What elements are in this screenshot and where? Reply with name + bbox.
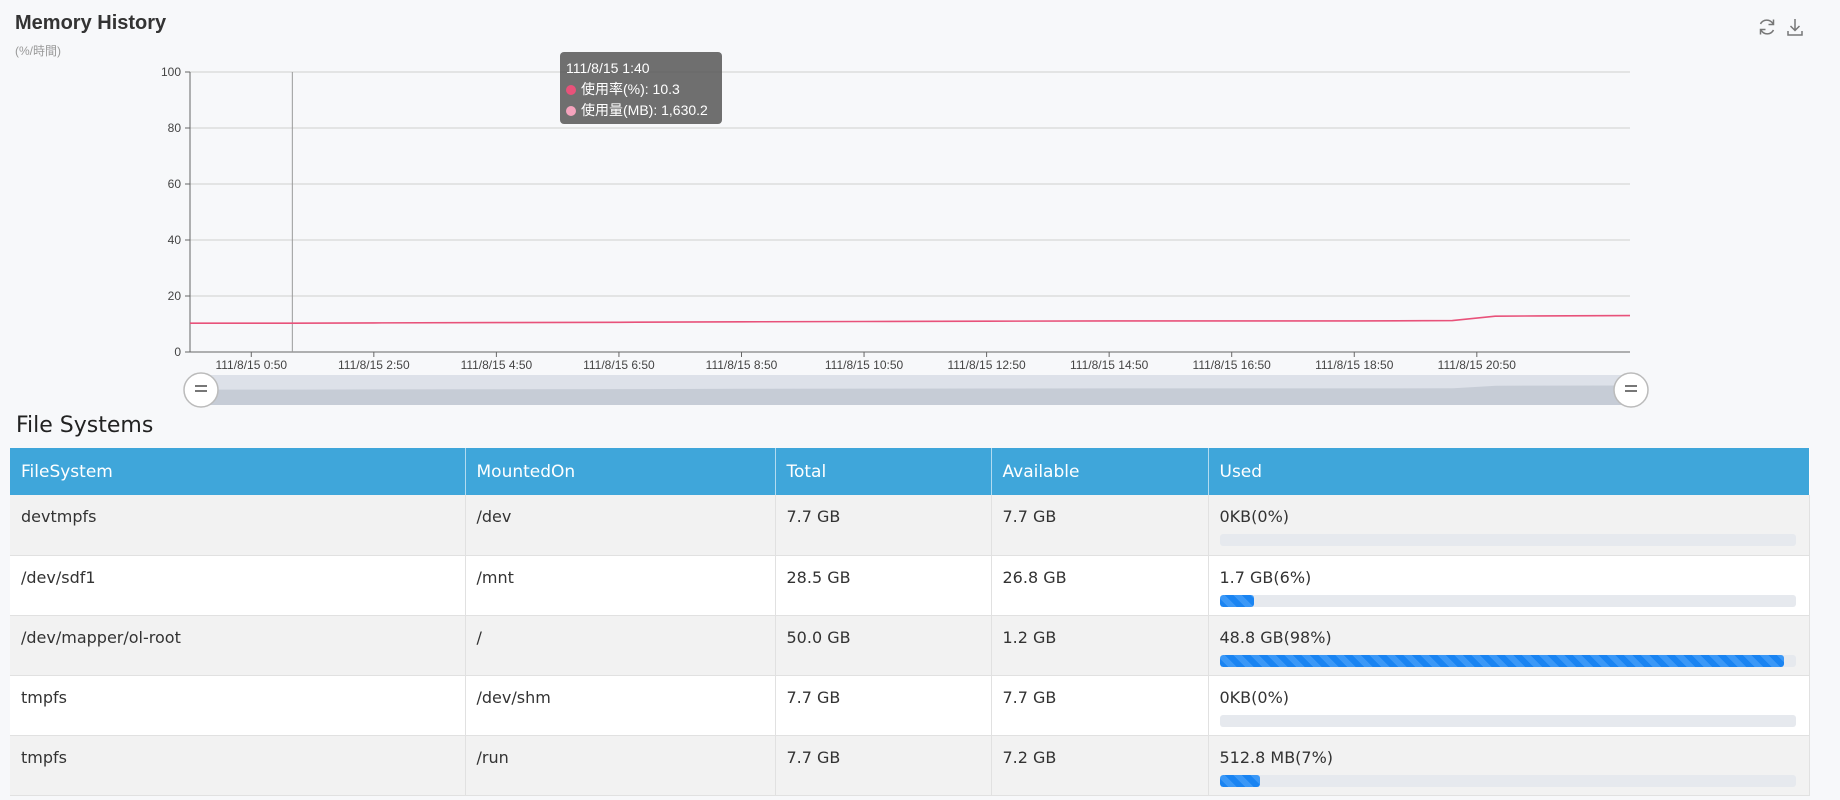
- column-header-total[interactable]: Total: [775, 448, 992, 495]
- file-systems-title: File Systems: [16, 413, 154, 438]
- usage-progress-bar: [1219, 774, 1796, 787]
- x-tick-label: 111/8/15 4:50: [461, 358, 533, 372]
- cell-available: 7.2 GB: [991, 735, 1209, 796]
- y-tick-label: 20: [168, 289, 182, 303]
- cell-used: 0KB(0%): [1208, 495, 1810, 556]
- used-label: 1.7 GB(6%): [1219, 567, 1312, 587]
- used-label: 0KB(0%): [1219, 687, 1290, 707]
- used-label: 0KB(0%): [1219, 507, 1290, 526]
- series-line: [190, 314, 1631, 324]
- cell-used: 512.8 MB(7%): [1208, 735, 1810, 796]
- datazoom-left-handle[interactable]: [183, 372, 219, 408]
- cell-mounted-on: /dev: [465, 495, 776, 556]
- x-tick-label: 111/8/15 6:50: [583, 358, 655, 372]
- usage-progress-bar: [1219, 714, 1796, 727]
- cell-total: 50.0 GB: [775, 615, 992, 676]
- cell-filesystem: devtmpfs: [10, 495, 466, 556]
- cell-total: 28.5 GB: [775, 555, 992, 616]
- used-label: 512.8 MB(7%): [1219, 747, 1334, 767]
- used-label: 48.8 GB(98%): [1219, 627, 1332, 647]
- cell-filesystem: tmpfs: [10, 675, 466, 736]
- tooltip-row-usage-percent: 使用率(%): 10.3: [566, 79, 716, 100]
- tooltip-time: 111/8/15 1:40: [566, 60, 650, 76]
- table-row: tmpfs /run 7.7 GB 7.2 GB 512.8 MB(7%): [10, 735, 1810, 796]
- x-axis-ticks: 111/8/15 0:50 111/8/15 2:50 111/8/15 4:50 1…: [215, 352, 1516, 372]
- usage-progress-bar: [1219, 654, 1796, 667]
- x-tick-label: 111/8/15 2:50: [338, 358, 410, 372]
- x-tick-label: 111/8/15 16:50: [1193, 358, 1272, 372]
- x-tick-label: 111/8/15 18:50: [1315, 358, 1394, 372]
- y-tick-label: 40: [168, 233, 182, 247]
- usage-progress-fill: [1219, 654, 1784, 667]
- cell-used: 1.7 GB(6%): [1208, 555, 1810, 616]
- series-dot-icon: [566, 106, 576, 116]
- chart-gridlines: [190, 71, 1630, 297]
- x-tick-label: 111/8/15 20:50: [1438, 358, 1517, 372]
- x-tick-label: 111/8/15 12:50: [947, 358, 1026, 372]
- cell-mounted-on: /run: [465, 735, 776, 796]
- usage-progress-bar: [1219, 594, 1796, 607]
- y-tick-label: 100: [161, 65, 181, 79]
- y-tick-label: 60: [168, 177, 182, 191]
- cell-mounted-on: /: [465, 615, 776, 676]
- usage-progress-fill: [1219, 594, 1255, 607]
- cell-total: 7.7 GB: [775, 495, 992, 556]
- tooltip-row-usage-mb: 使用量(MB): 1,630.2: [566, 100, 716, 121]
- series-layer: [190, 314, 1631, 324]
- cell-mounted-on: /mnt: [465, 555, 776, 616]
- cell-mounted-on: /dev/shm: [465, 675, 776, 736]
- column-header-filesystem[interactable]: FileSystem: [10, 448, 466, 495]
- cell-filesystem: /dev/mapper/ol-root: [10, 615, 466, 676]
- chart-tooltip: 111/8/15 1:40 使用率(%): 10.3 使用量(MB): 1,63…: [560, 52, 722, 124]
- y-tick-label: 0: [174, 345, 181, 359]
- column-header-used[interactable]: Used: [1208, 448, 1810, 495]
- cell-filesystem: tmpfs: [10, 735, 466, 796]
- cell-total: 7.7 GB: [775, 675, 992, 736]
- table-row: /dev/sdf1 /mnt 28.5 GB 26.8 GB 1.7 GB(6%…: [10, 555, 1810, 616]
- x-tick-label: 111/8/15 8:50: [706, 358, 778, 372]
- x-tick-label: 111/8/15 0:50: [215, 358, 287, 372]
- table-row: devtmpfs /dev 7.7 GB 7.7 GB 0KB(0%): [10, 495, 1810, 556]
- series-dot-icon: [566, 85, 576, 95]
- memory-history-panel: Memory History (%/時間) 0 20 40 60 80 100 111/8…: [0, 0, 1840, 415]
- column-header-mounted-on[interactable]: MountedOn: [465, 448, 776, 495]
- cell-used: 0KB(0%): [1208, 675, 1810, 736]
- usage-progress-fill: [1219, 774, 1260, 787]
- file-systems-table: FileSystem MountedOn Total Available Use…: [10, 448, 1810, 796]
- table-row: tmpfs /dev/shm 7.7 GB 7.7 GB 0KB(0%): [10, 675, 1810, 736]
- cell-filesystem: /dev/sdf1: [10, 555, 466, 616]
- cell-available: 7.7 GB: [991, 675, 1209, 736]
- cell-used: 48.8 GB(98%): [1208, 615, 1810, 676]
- y-tick-label: 80: [168, 121, 182, 135]
- cell-total: 7.7 GB: [775, 735, 992, 796]
- table-header-row: FileSystem MountedOn Total Available Use…: [10, 448, 1810, 495]
- x-tick-label: 111/8/15 10:50: [825, 358, 904, 372]
- memory-line-chart: 020406080100 111/8/15 0:50 111/8/15 2:50 1…: [161, 65, 1649, 408]
- datazoom-right-handle[interactable]: [1613, 372, 1649, 408]
- cell-available: 7.7 GB: [991, 495, 1209, 556]
- table-row: /dev/mapper/ol-root / 50.0 GB 1.2 GB 48.…: [10, 615, 1810, 676]
- usage-progress-bar: [1219, 534, 1796, 546]
- y-axis-ticks: 0 20 40 60 80 100: [161, 65, 190, 359]
- cell-available: 26.8 GB: [991, 555, 1209, 616]
- column-header-available[interactable]: Available: [991, 448, 1209, 495]
- x-tick-label: 111/8/15 14:50: [1070, 358, 1149, 372]
- cell-available: 1.2 GB: [991, 615, 1209, 676]
